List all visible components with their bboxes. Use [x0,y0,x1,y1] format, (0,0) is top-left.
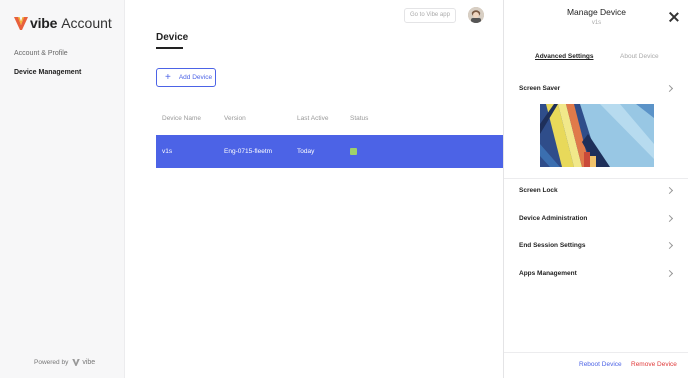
user-avatar-icon [468,7,484,23]
sidebar-item-account-profile[interactable]: Account & Profile [14,50,68,57]
close-icon[interactable] [669,12,679,22]
title-underline [156,47,183,49]
vibe-small-logo-icon [72,359,81,366]
column-header-last-active[interactable]: Last Active [297,115,328,122]
chevron-right-icon[interactable] [665,186,674,195]
chevron-right-icon[interactable] [665,241,674,250]
powered-by-brand: vibe [82,359,96,366]
cell-last-active: Today [297,148,315,155]
tab-about-device[interactable]: About Device [620,53,659,60]
sidebar-item-device-management[interactable]: Device Management [14,69,81,76]
brand-suffix: Account [61,15,112,31]
section-screen-lock[interactable]: Screen Lock [519,187,558,194]
section-end-session-settings[interactable]: End Session Settings [519,242,585,249]
go-to-app-button[interactable]: Go to Vibe app [404,8,456,23]
section-divider [504,178,688,179]
chevron-right-icon[interactable] [665,214,674,223]
table-row[interactable] [156,135,503,168]
app-logo[interactable]: vibe Account [14,15,112,31]
panel-title: Manage Device [566,7,627,17]
status-online-indicator [350,148,357,155]
manage-device-panel: Manage Device v1s Advanced Settings Abou… [503,0,688,378]
reboot-device-button[interactable]: Reboot Device [579,361,622,368]
screen-saver-preview[interactable] [540,104,654,167]
powered-by-label: Powered by [34,359,69,366]
page-title: Device [156,32,189,43]
section-apps-management[interactable]: Apps Management [519,270,577,277]
chevron-right-icon[interactable] [665,84,674,93]
section-device-administration[interactable]: Device Administration [519,215,587,222]
column-header-status[interactable]: Status [350,115,368,122]
brand-name: vibe [30,15,58,31]
sidebar: vibe Account Account & Profile Device Ma… [0,0,125,378]
column-header-device-name[interactable]: Device Name [162,115,201,122]
screen-saver-image [540,104,654,167]
add-device-label: Add Device [178,74,213,81]
vibe-logo-icon [14,16,28,30]
section-screen-saver[interactable]: Screen Saver [519,85,560,92]
avatar[interactable] [468,7,484,23]
column-header-version[interactable]: Version [224,115,246,122]
tab-advanced-settings[interactable]: Advanced Settings [535,53,594,60]
cell-version: Eng-0715-fleetm [224,148,273,155]
powered-by: Powered by vibe [34,359,95,366]
remove-device-button[interactable]: Remove Device [631,361,677,368]
add-device-button[interactable]: + Add Device [156,68,216,87]
chevron-right-icon[interactable] [665,269,674,278]
panel-subtitle: v1s [591,20,602,26]
cell-device-name: v1s [162,148,173,155]
footer-divider [504,352,688,353]
plus-icon: + [165,71,171,83]
